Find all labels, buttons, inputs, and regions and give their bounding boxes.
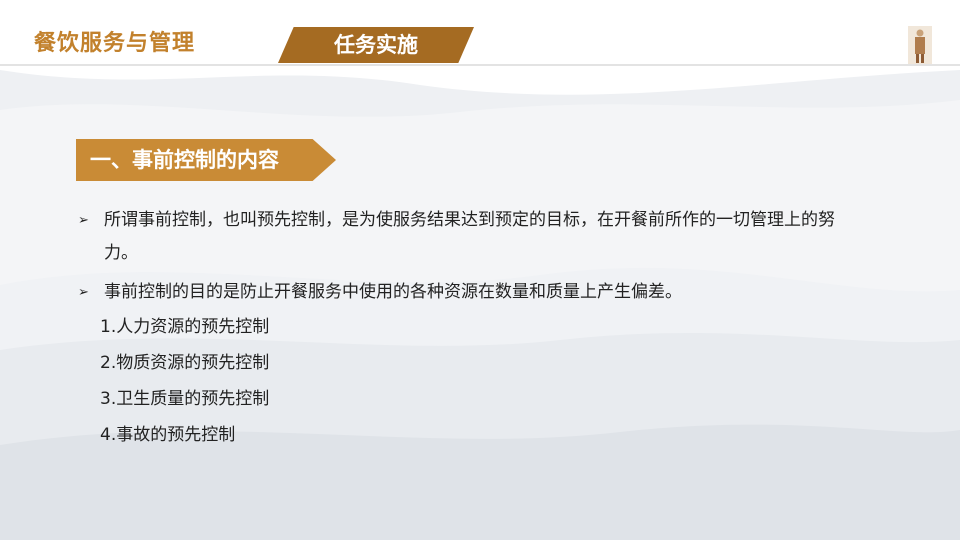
arrow-bullet-icon: ➢ [78, 285, 89, 300]
header-bar: 餐饮服务与管理 任务实施 [0, 0, 960, 66]
numbered-item: 4.事故的预先控制 [100, 425, 236, 445]
numbered-item: 1.人力资源的预先控制 [100, 317, 270, 337]
header-divider [0, 64, 960, 66]
bullet-text: 事前控制的目的是防止开餐服务中使用的各种资源在数量和质量上产生偏差。 [104, 282, 682, 302]
course-title: 餐饮服务与管理 [34, 31, 196, 56]
task-tab: 任务实施 [278, 27, 474, 63]
section-banner: 一、事前控制的内容 [76, 139, 336, 181]
chef-figure-icon [908, 26, 932, 64]
bullet-text: 所谓事前控制，也叫预先控制，是为使服务结果达到预定的目标，在开餐前所作的一切管理… [104, 210, 835, 263]
arrow-bullet-icon: ➢ [78, 213, 89, 228]
section-title: 一、事前控制的内容 [90, 148, 279, 172]
numbered-item: 2.物质资源的预先控制 [100, 353, 270, 373]
numbered-item: 3.卫生质量的预先控制 [100, 389, 270, 409]
content-body: ➢ 所谓事前控制，也叫预先控制，是为使服务结果达到预定的目标，在开餐前所作的一切… [78, 204, 858, 453]
bullet-item: ➢ 事前控制的目的是防止开餐服务中使用的各种资源在数量和质量上产生偏差。 [78, 276, 858, 309]
task-tab-label: 任务实施 [334, 33, 418, 57]
bullet-item: ➢ 所谓事前控制，也叫预先控制，是为使服务结果达到预定的目标，在开餐前所作的一切… [78, 204, 858, 270]
